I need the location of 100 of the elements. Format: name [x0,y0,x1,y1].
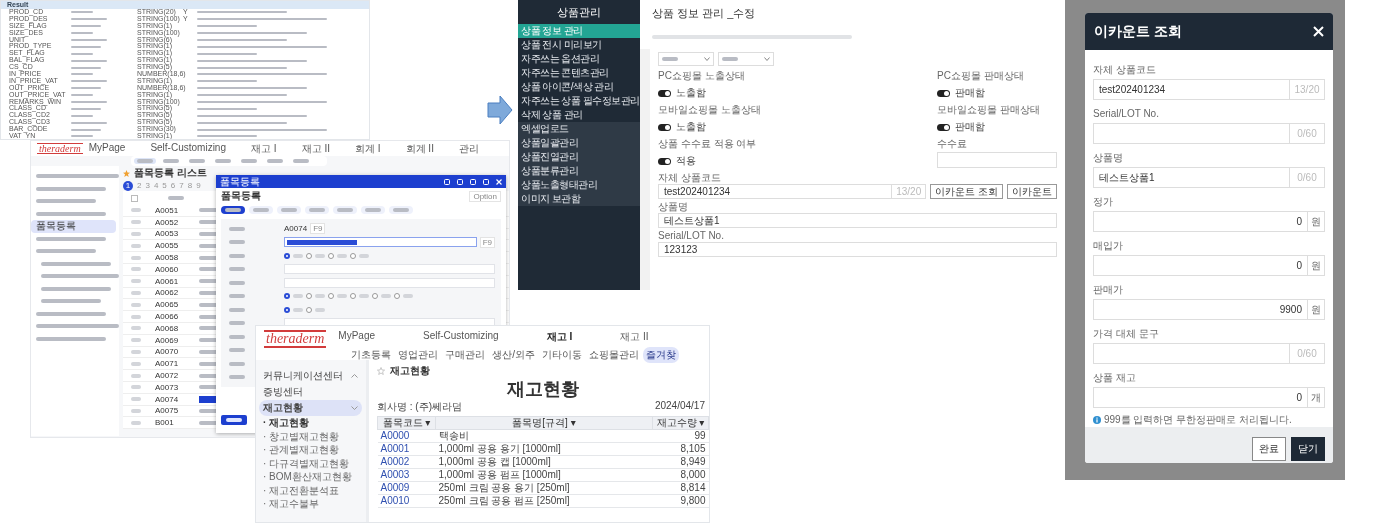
radio-button[interactable] [328,293,334,300]
sidebar-item[interactable]: 자주쓰는 콘텐츠관리 [518,66,640,80]
radio-button[interactable] [350,293,356,300]
illegible-text [71,87,101,90]
field-label: Serial/LOT No. [658,230,725,242]
radio-button[interactable] [284,306,290,313]
input-field[interactable]: 테스트상품1 [658,213,1057,228]
menu-item[interactable]: MyPage [88,141,126,156]
page-link[interactable]: 1 [123,180,133,191]
field-label: 판매가 [1093,284,1124,296]
sidebar-item[interactable]: 엑셀업로드 [518,122,640,136]
sidebar-item[interactable]: 재고현황 [259,400,362,416]
tab[interactable] [221,206,245,214]
radio-button[interactable] [394,293,400,300]
radio-button[interactable] [306,252,312,259]
menu-item[interactable]: 재고 I [251,141,277,156]
sidebar-subitem[interactable]: · 재고수불부 [259,497,362,511]
primary-button[interactable] [221,415,247,425]
chevron-icon [351,374,358,378]
sidebar-item[interactable]: 이미지 보관함 [518,192,640,206]
toggle-switch[interactable] [658,157,671,165]
input-field[interactable]: 0 원 [1093,211,1325,232]
sidebar-item[interactable]: 상품진열관리 [518,150,640,164]
table-cell: A0001 [377,442,436,456]
menu-item[interactable]: Self-Customizing [423,330,499,344]
menu-item[interactable]: 관리 [458,141,479,156]
character-counter: 0/60 [1289,168,1324,187]
sidebar-item[interactable]: 상품분류관리 [518,164,640,178]
illegible-text [71,107,101,110]
radio-button[interactable] [284,293,290,300]
sidebar-subitem[interactable]: · 관계별재고현황 [259,443,362,457]
menu-item[interactable]: MyPage [338,330,375,344]
sidebar-item[interactable]: 증빙센터 [259,384,362,400]
sidebar-subitem[interactable]: · 재고현황 [259,416,362,430]
sidebar-item[interactable]: 상품 전시 미리보기 [518,38,640,52]
checkbox[interactable] [131,194,138,202]
input-field[interactable]: 0 원 [1093,255,1325,276]
toggle-switch[interactable] [658,89,671,97]
subtab[interactable]: 기초등록 [348,347,395,363]
menu-item[interactable]: 재고 II [620,330,649,344]
toggle-switch[interactable] [937,89,950,97]
sidebar-item[interactable]: 자주쓰는 옵션관리 [518,52,640,66]
subtab[interactable]: 즐겨찾 [643,347,680,363]
input-field[interactable]: 123123 [658,242,1057,257]
sidebar-subitem[interactable]: · 다규격별재고현황 [259,456,362,470]
radio-button[interactable] [306,293,312,300]
illegible-text [229,253,245,258]
radio-button[interactable] [350,252,356,259]
table-cell-text: A0069 [155,335,180,345]
input-field[interactable] [284,237,477,248]
logo[interactable]: theraderm [264,330,327,348]
sidebar-item[interactable]: 품목등록 [31,220,116,233]
menu-item[interactable]: 회계 II [405,141,434,156]
illegible-text [71,18,107,21]
dropdown[interactable] [718,52,774,66]
subtab[interactable]: 구매관리 [442,347,489,363]
dialog-button[interactable]: 닫기 [1291,437,1325,461]
column-header[interactable]: 품목명[규격] ▾ [435,416,653,430]
sidebar-subitem[interactable]: · 창고별재고현황 [259,429,362,443]
close-icon [1313,26,1324,37]
radio-button[interactable] [284,252,290,259]
radio-button[interactable] [306,306,312,313]
input-field[interactable]: 0 개 [1093,387,1325,408]
option-button[interactable]: Option [469,190,501,202]
sidebar-item[interactable]: 상품일괄관리 [518,136,640,150]
input-field[interactable]: 9900 원 [1093,299,1325,320]
sidebar-item[interactable]: 자주쓰는 상품 필수정보관리 [518,94,640,108]
radio-button[interactable] [328,252,334,259]
sidebar-item[interactable]: 커뮤니케이션센터 [259,368,362,384]
outline-button[interactable]: 이카운트 조회 [930,184,1003,199]
company-name: 회사명 : (주)쎄라덤 [377,400,462,414]
column-header[interactable]: 품목코드 ▾ [377,416,436,430]
menu-item[interactable]: 회계 I [355,141,381,156]
sidebar-subitem[interactable]: · 재고전환분석표 [259,483,362,497]
toggle-switch[interactable] [937,123,950,131]
sidebar-item[interactable]: 상품 아이콘/색상 관리 [518,80,640,94]
dropdown[interactable] [658,52,714,66]
outline-button[interactable]: 이카운트 [1007,184,1057,199]
subtab[interactable]: 쇼핑몰관리 [586,347,643,363]
menu-item[interactable]: 재고 I [546,330,573,344]
input-field[interactable]: 테스트상품1 0/60 [1093,167,1325,188]
subtab[interactable]: 기타이동 [539,347,586,363]
sidebar-subitem[interactable]: · BOM환산재고현황 [259,470,362,484]
sidebar-item[interactable]: 삭제 상품 관리 [518,108,640,122]
subtab[interactable]: 생산/외주 [489,347,539,363]
logo[interactable]: theraderm [37,143,83,154]
dialog-button[interactable]: 완료 [1252,437,1286,461]
subtab[interactable]: 영업관리 [395,347,442,363]
menu-item[interactable]: Self-Customizing [150,141,226,156]
illegible-text [71,59,107,62]
toggle-switch[interactable] [658,123,671,131]
input-field[interactable]: test202401234 13/20 [658,184,927,199]
radio-button[interactable] [372,293,378,300]
menu-item[interactable]: 재고 II [301,141,330,156]
sidebar-item[interactable]: 상품노출형태관리 [518,178,640,192]
input-field[interactable]: test202401234 13/20 [1093,79,1325,100]
subtab[interactable] [134,158,156,164]
field-label: PC쇼핑몰 판매상태 [937,70,1025,82]
column-header[interactable]: 재고수량 ▾ [652,416,709,430]
illegible-text [71,52,93,55]
